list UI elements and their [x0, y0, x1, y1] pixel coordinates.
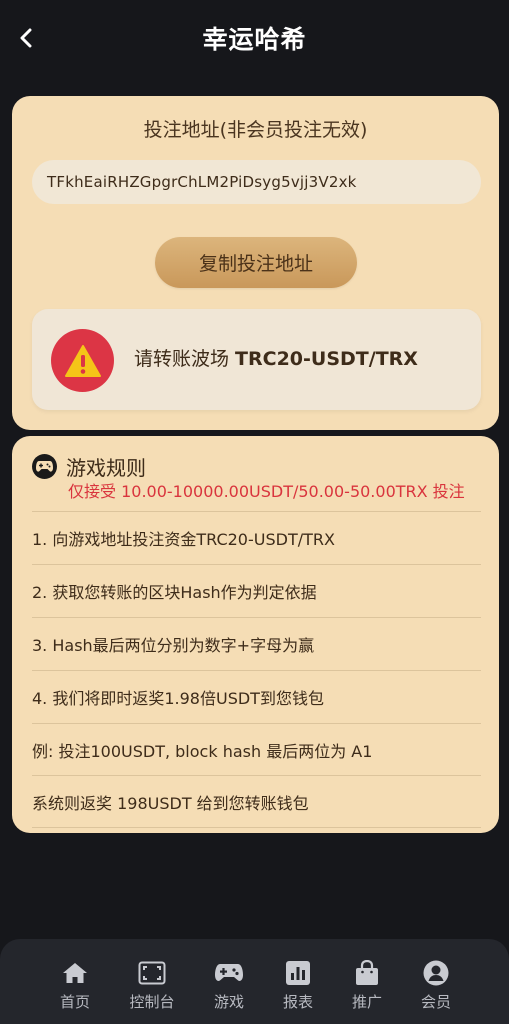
- report-icon: [284, 959, 312, 987]
- nav-label: 首页: [59, 993, 90, 1011]
- page-title: 幸运哈希: [202, 25, 307, 54]
- warning-network: TRC20-USDT/TRX: [235, 348, 418, 370]
- user-icon: [422, 959, 450, 987]
- rule-item: 例: 投注100USDT, block hash 最后两位为 A1: [32, 723, 481, 776]
- copy-address-button[interactable]: 复制投注地址: [155, 237, 357, 288]
- nav-label: 控制台: [129, 993, 175, 1011]
- rules-card: 游戏规则 仅接受 10.00-10000.00USDT/50.00-50.00T…: [12, 436, 499, 833]
- address-card: 投注地址(非会员投注无效) TFkhEaiRHZGpgrChLM2PiDsyg5…: [12, 96, 499, 430]
- warning-box: 请转账波场 TRC20-USDT/TRX: [32, 309, 481, 410]
- nav-label: 游戏: [213, 993, 244, 1011]
- console-icon: [138, 959, 166, 987]
- header: 幸运哈希: [0, 0, 509, 76]
- nav-item-home[interactable]: 首页: [45, 959, 105, 1012]
- nav-item-member[interactable]: 会员: [406, 959, 466, 1012]
- nav-item-games[interactable]: 游戏: [199, 959, 259, 1012]
- nav-item-promote[interactable]: 推广: [337, 959, 397, 1012]
- rule-item: 2. 获取您转账的区块Hash作为判定依据: [32, 564, 481, 617]
- rule-item: 3. Hash最后两位分别为数字+字母为赢: [32, 617, 481, 670]
- bottom-nav: 首页 控制台 游戏 报表 推广 会员: [0, 939, 509, 1024]
- rule-item: 1. 向游戏地址投注资金TRC20-USDT/TRX: [32, 511, 481, 564]
- nav-label: 推广: [351, 993, 382, 1011]
- back-button[interactable]: [14, 24, 38, 52]
- address-value: TFkhEaiRHZGpgrChLM2PiDsyg5vjj3V2xk: [47, 173, 357, 191]
- warning-text: 请转账波场 TRC20-USDT/TRX: [134, 344, 418, 371]
- warning-icon: [51, 329, 114, 392]
- nav-label: 会员: [420, 993, 451, 1011]
- bag-icon: [353, 959, 381, 987]
- rules-title: 游戏规则: [66, 456, 146, 480]
- nav-item-console[interactable]: 控制台: [122, 959, 182, 1012]
- home-icon: [61, 959, 89, 987]
- rules-subtitle: 仅接受 10.00-10000.00USDT/50.00-50.00TRX 投注: [68, 482, 465, 501]
- address-field[interactable]: TFkhEaiRHZGpgrChLM2PiDsyg5vjj3V2xk: [32, 160, 481, 204]
- rule-item: 系统则返奖 198USDT 给到您转账钱包: [32, 775, 481, 828]
- nav-label: 报表: [282, 993, 313, 1011]
- address-title: 投注地址(非会员投注无效): [143, 119, 368, 141]
- chevron-left-icon: [20, 28, 32, 48]
- gamepad-icon: [215, 959, 243, 987]
- gamepad-icon: [32, 454, 57, 479]
- warning-prefix: 请转账波场: [134, 348, 236, 370]
- nav-item-reports[interactable]: 报表: [268, 959, 328, 1012]
- rule-item: 4. 我们将即时返奖1.98倍USDT到您钱包: [32, 670, 481, 723]
- rules-header: 游戏规则: [32, 452, 146, 481]
